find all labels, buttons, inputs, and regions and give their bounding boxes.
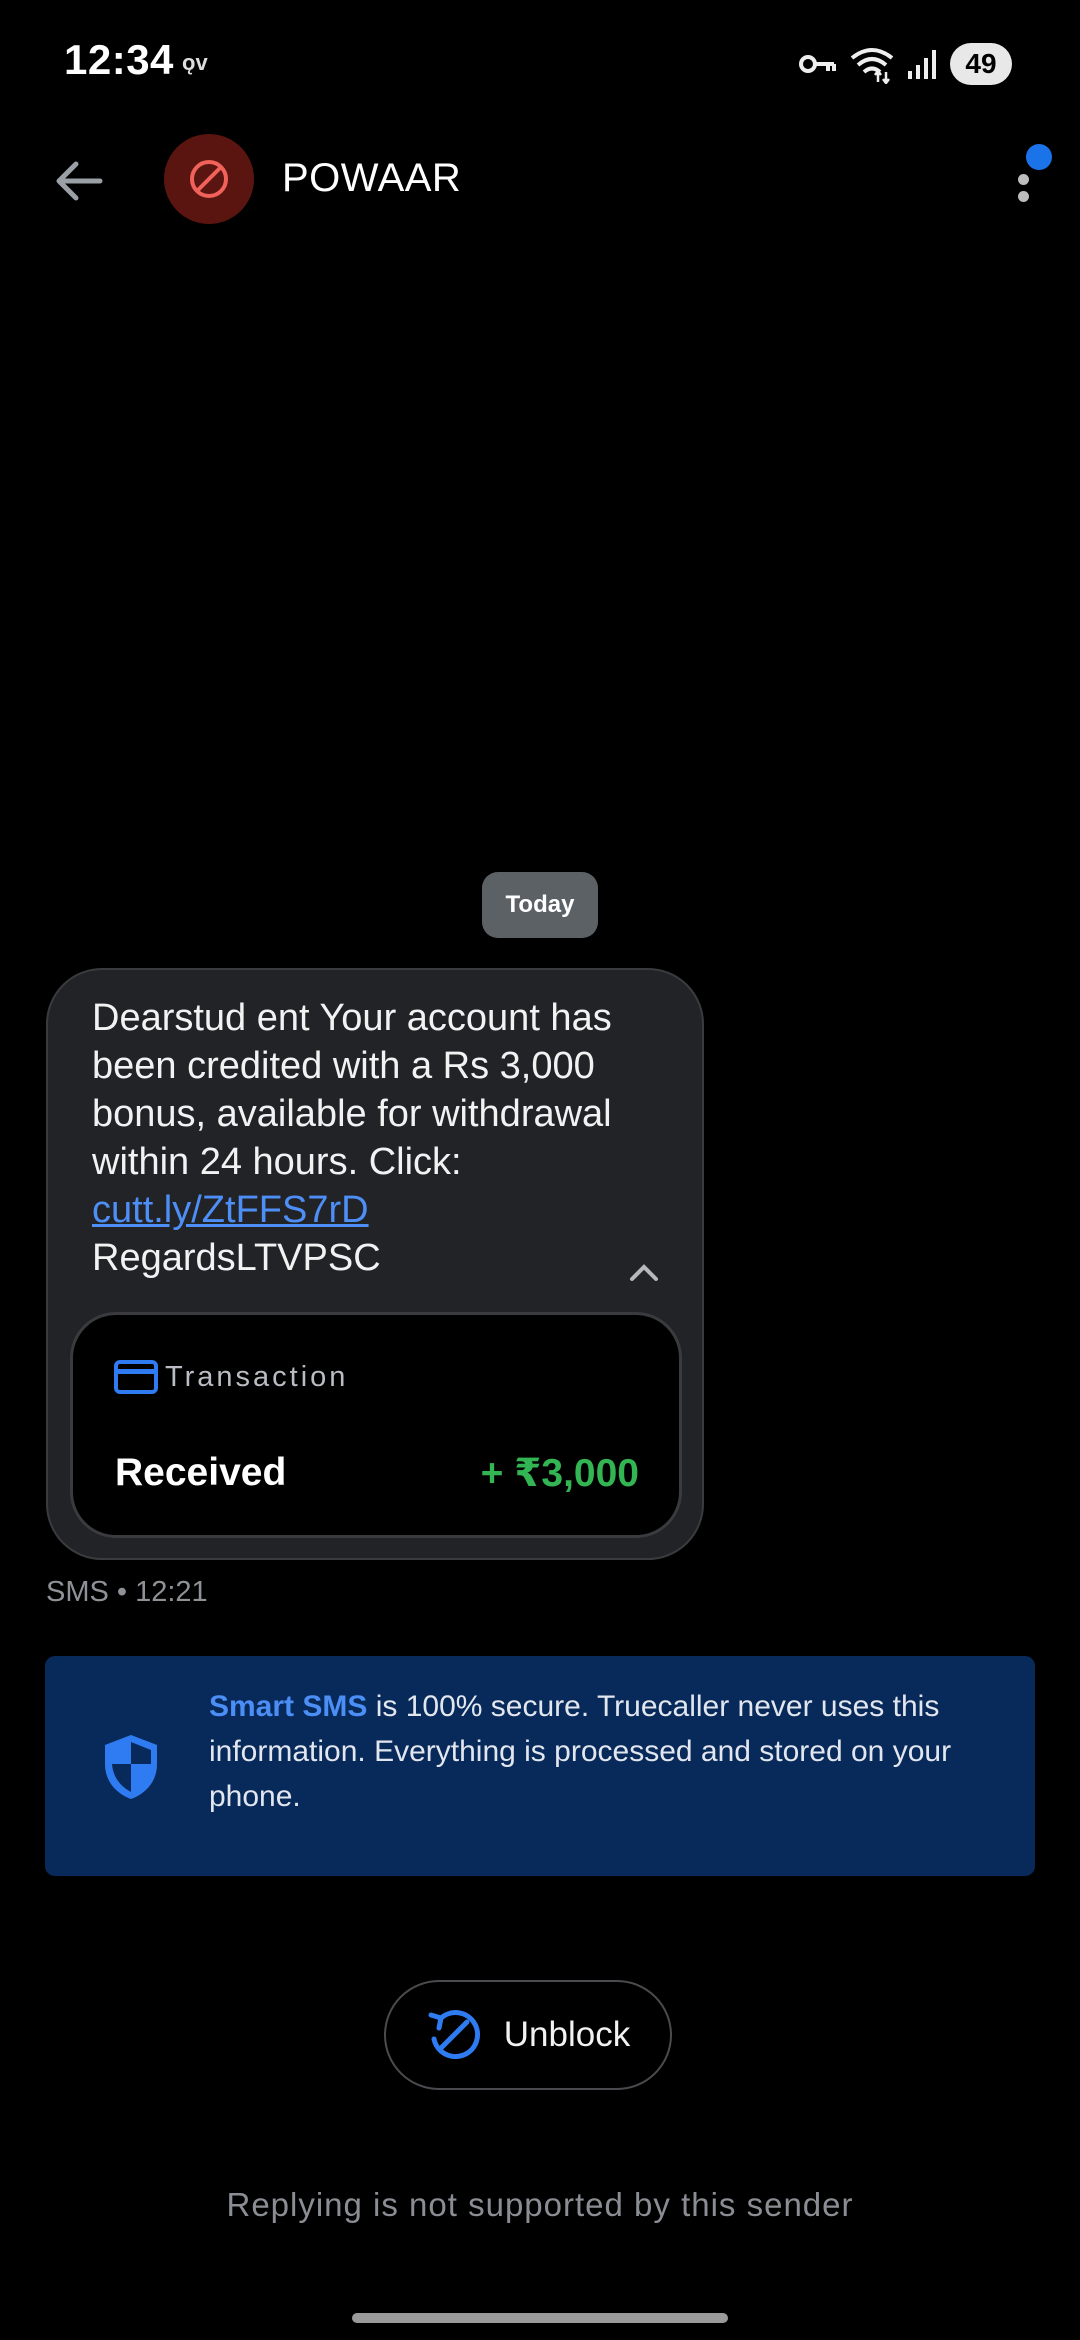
arrow-back-icon xyxy=(56,161,103,201)
unblock-button[interactable]: Unblock xyxy=(384,1980,672,2090)
smart-sms-banner: Smart SMS is 100% secure. Truecaller nev… xyxy=(45,1656,1035,1876)
transaction-title: Transaction xyxy=(165,1360,349,1393)
status-time: 12:34 xyxy=(64,36,174,83)
message-body: Dearstud ent Your account has been credi… xyxy=(92,997,612,1183)
message-link[interactable]: cutt.ly/ZtFFS7rD xyxy=(92,1189,369,1231)
chevron-up-icon xyxy=(630,1264,658,1281)
message-signature: RegardsLTVPSC xyxy=(92,1237,381,1279)
sender-name: POWAAR xyxy=(282,156,462,200)
notification-dot xyxy=(1026,144,1052,170)
transaction-amount: + ₹3,000 xyxy=(480,1452,639,1495)
shield-icon xyxy=(105,1735,157,1799)
more-dot xyxy=(1018,191,1029,202)
vpn-key-icon xyxy=(799,55,836,73)
more-dot xyxy=(1018,174,1029,185)
date-chip: Today xyxy=(482,872,598,938)
more-options-button[interactable] xyxy=(1000,144,1052,216)
banner-text: Smart SMS is 100% secure. Truecaller nev… xyxy=(209,1684,1009,1819)
banner-highlight: Smart SMS xyxy=(209,1690,368,1723)
blocked-icon xyxy=(190,160,228,198)
app-bar: POWAAR xyxy=(0,130,1080,230)
message-meta: SMS • 12:21 xyxy=(46,1576,208,1608)
collapse-button[interactable] xyxy=(624,1252,664,1292)
transaction-header: Transaction xyxy=(113,1359,348,1395)
carrier-tag: ǫv xyxy=(182,50,208,75)
battery-icon: 49 xyxy=(950,43,1012,85)
avatar[interactable] xyxy=(164,134,254,224)
transaction-card[interactable]: Transaction Received + ₹3,000 xyxy=(70,1312,682,1538)
credit-card-icon xyxy=(114,1360,158,1394)
unblock-label: Unblock xyxy=(503,2015,631,2054)
message-bubble[interactable]: Dearstud ent Your account has been credi… xyxy=(46,968,704,1560)
status-bar: 12:34 ǫv 49 xyxy=(0,0,1080,130)
home-indicator[interactable] xyxy=(352,2313,728,2323)
message-text: Dearstud ent Your account has been credi… xyxy=(92,994,652,1282)
back-button[interactable] xyxy=(48,150,110,212)
wifi-icon xyxy=(850,48,894,84)
reply-not-supported-note: Replying is not supported by this sender xyxy=(226,2186,854,2223)
status-icons: 49 xyxy=(798,40,1012,88)
unblock-icon xyxy=(428,2010,480,2060)
transaction-status: Received xyxy=(115,1451,287,1494)
signal-icon xyxy=(908,50,936,79)
